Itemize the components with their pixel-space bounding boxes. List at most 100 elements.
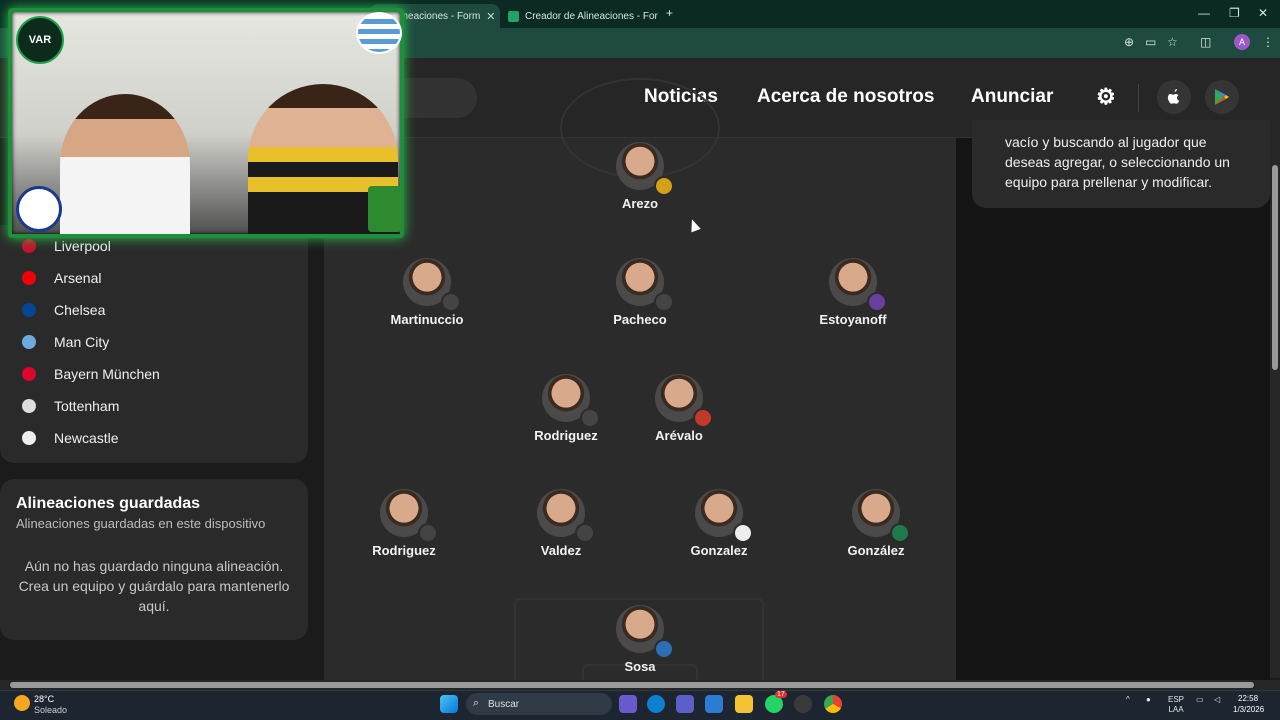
browser-tab[interactable]: Creador de Alineaciones - Form ✕ xyxy=(500,4,658,28)
search-icon: ⌕ xyxy=(473,697,480,709)
player-name: Rodriguez xyxy=(534,428,598,443)
minimize-button[interactable]: — xyxy=(1198,6,1210,20)
team-item[interactable]: Liverpool xyxy=(22,235,111,257)
apple-store-button[interactable] xyxy=(1157,80,1191,114)
windows-start-icon[interactable] xyxy=(440,695,458,713)
tray-chevron-icon[interactable]: ^ xyxy=(1126,695,1130,705)
uruguay-flag-logo xyxy=(356,12,402,54)
forms-favicon-icon xyxy=(508,10,519,22)
player-slot[interactable]: Arezo xyxy=(580,142,700,211)
extensions-icon[interactable]: ◫ xyxy=(1200,35,1211,49)
team-item[interactable]: Bayern München xyxy=(22,363,160,385)
chrome-icon[interactable] xyxy=(824,695,842,713)
bookmark-star-icon[interactable]: ☆ xyxy=(1167,35,1178,49)
club-badge-icon xyxy=(867,292,887,312)
player-slot[interactable]: Sosa xyxy=(580,605,700,674)
player-photo xyxy=(829,258,887,312)
team-item[interactable]: Tottenham xyxy=(22,395,119,417)
team-name: Chelsea xyxy=(54,302,106,318)
app-icon[interactable] xyxy=(794,695,812,713)
close-window-button[interactable]: ✕ xyxy=(1258,6,1268,20)
language-code: ESP xyxy=(1168,695,1185,704)
player-slot[interactable]: Rodriguez xyxy=(344,489,464,558)
player-photo xyxy=(655,374,713,428)
microphone-icon[interactable]: ● xyxy=(1146,695,1151,705)
google-play-icon xyxy=(1215,89,1229,105)
team-item[interactable]: Chelsea xyxy=(22,299,105,321)
drink-can-icon xyxy=(368,186,402,232)
player-photo xyxy=(616,605,674,659)
player-photo xyxy=(852,489,910,543)
whatsapp-badge: 17 xyxy=(775,691,787,698)
player-search-input[interactable] xyxy=(400,78,477,118)
team-item[interactable]: Arsenal xyxy=(22,267,101,289)
player-name: Pacheco xyxy=(613,312,667,327)
team-name: Man City xyxy=(54,334,110,350)
saved-lineups-title: Alineaciones guardadas xyxy=(16,495,201,512)
player-slot[interactable]: Arévalo xyxy=(619,374,739,443)
var-logo: VAR xyxy=(16,16,64,64)
copilot-icon[interactable] xyxy=(619,695,637,713)
team-item[interactable]: Man City xyxy=(22,331,109,353)
nav-link-anunciar[interactable]: Anunciar xyxy=(971,86,1053,108)
whatsapp-icon[interactable]: 17 xyxy=(765,691,787,713)
weather-condition[interactable]: Soleado xyxy=(34,705,67,715)
profile-avatar[interactable]: A xyxy=(1234,34,1250,50)
team-crest-icon xyxy=(22,303,36,317)
player-slot[interactable]: González xyxy=(816,489,936,558)
new-tab-button[interactable]: + xyxy=(666,6,673,20)
nav-divider xyxy=(1138,84,1139,112)
store-icon[interactable] xyxy=(705,695,723,713)
club-badge-icon xyxy=(693,408,713,428)
weather-sun-icon[interactable] xyxy=(14,695,30,711)
player-name: Gonzalez xyxy=(690,543,748,558)
player-photo xyxy=(537,489,595,543)
file-explorer-icon[interactable] xyxy=(735,695,753,713)
tab-title: Creador de Alineaciones - Form xyxy=(525,10,658,22)
club-badge-icon xyxy=(418,523,438,543)
language-indicator[interactable]: ESP LAA xyxy=(1168,695,1184,715)
player-name: Rodriguez xyxy=(372,543,436,558)
apple-icon xyxy=(1167,89,1180,104)
player-slot[interactable]: Martinuccio xyxy=(367,258,487,327)
keyboard-layout: LAA xyxy=(1168,705,1184,714)
edge-icon[interactable] xyxy=(647,695,665,713)
saved-lineups-empty-message: Aún no has guardado ninguna alineación. … xyxy=(18,558,290,614)
horizontal-scroll-thumb[interactable] xyxy=(10,682,1254,688)
nav-link-acerca[interactable]: Acerca de nosotros xyxy=(757,86,934,108)
player-photo xyxy=(616,258,674,312)
team-name: Arsenal xyxy=(54,270,102,286)
team-item[interactable]: Newcastle xyxy=(22,427,119,449)
player-slot[interactable]: Estoyanoff xyxy=(793,258,913,327)
player-slot[interactable]: Pacheco xyxy=(580,258,700,327)
network-icon[interactable]: ▭ xyxy=(1196,695,1204,705)
team-crest-icon xyxy=(22,399,36,413)
clock-time[interactable]: 22:58 xyxy=(1238,694,1258,703)
club-nacional-badge-icon xyxy=(16,186,62,232)
player-photo xyxy=(403,258,461,312)
tab-close-icon[interactable]: ✕ xyxy=(486,10,495,23)
team-crest-icon xyxy=(22,239,36,253)
settings-gear-icon[interactable]: ⚙ xyxy=(1096,84,1116,110)
player-name: Martinuccio xyxy=(390,312,464,327)
vertical-scroll-thumb[interactable] xyxy=(1272,165,1278,370)
weather-temperature[interactable]: 28°C xyxy=(34,694,54,704)
club-badge-icon xyxy=(890,523,910,543)
taskbar-search[interactable]: ⌕ Buscar xyxy=(466,693,612,715)
zoom-icon[interactable]: ⊕ xyxy=(1124,35,1134,49)
player-slot[interactable]: Gonzalez xyxy=(659,489,779,558)
google-play-button[interactable] xyxy=(1205,80,1239,114)
saved-lineups-subtitle: Alineaciones guardadas en este dispositi… xyxy=(16,516,266,531)
player-slot[interactable]: Valdez xyxy=(501,489,621,558)
player-slot[interactable]: Rodriguez xyxy=(506,374,626,443)
browser-menu-icon[interactable]: ⋮ xyxy=(1262,35,1274,49)
player-photo xyxy=(695,489,753,543)
restore-button[interactable]: ❐ xyxy=(1229,6,1240,20)
clock-date[interactable]: 1/3/2026 xyxy=(1233,705,1264,714)
cast-icon[interactable]: ▭ xyxy=(1145,35,1156,49)
teams-icon[interactable] xyxy=(676,695,694,713)
taskbar-search-label: Buscar xyxy=(488,698,520,710)
volume-icon[interactable]: ◁ xyxy=(1214,695,1220,705)
club-badge-icon xyxy=(654,176,674,196)
instructions-text: vacío y buscando al jugador que deseas a… xyxy=(1005,134,1230,190)
